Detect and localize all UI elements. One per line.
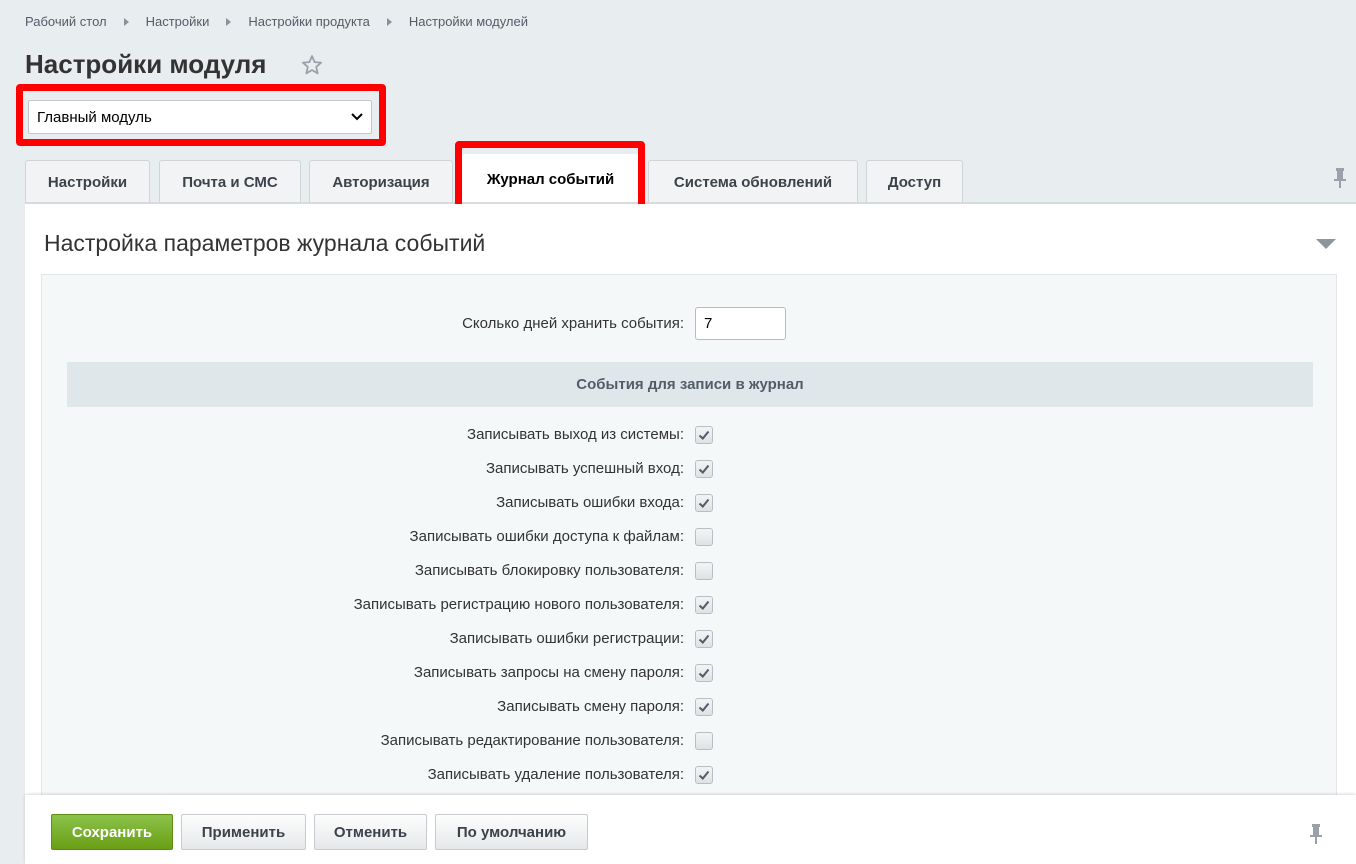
checkbox-row: Записывать выход из системы: — [42, 418, 1336, 452]
checkbox-row: Записывать регистрацию нового пользовате… — [42, 588, 1336, 622]
checkbox-row: Записывать смену пароля: — [42, 690, 1336, 724]
checkbox-label: Записывать смену пароля: — [497, 698, 684, 715]
tab-authorization[interactable]: Авторизация — [309, 160, 453, 203]
event-checkbox[interactable] — [695, 630, 713, 648]
event-checkbox[interactable] — [695, 698, 713, 716]
event-checkbox[interactable] — [695, 732, 713, 750]
chevron-right-icon — [123, 17, 129, 26]
checkbox-row: Записывать редактирование пользователя: — [42, 724, 1336, 758]
checkbox-label: Записывать успешный вход: — [485, 460, 684, 477]
settings-panel: Настройка параметров журнала событий Ско… — [25, 204, 1356, 805]
checkbox-label: Записывать удаление пользователя: — [427, 766, 684, 783]
tab-label: Журнал событий — [486, 170, 615, 188]
checkbox-label: Записывать ошибки регистрации: — [449, 630, 684, 647]
pin-icon[interactable] — [1332, 166, 1348, 190]
checkmark-icon — [698, 702, 710, 712]
tab-label: Система обновлений — [673, 173, 833, 191]
checkmark-icon — [698, 770, 710, 780]
footer-toolbar: Сохранить Применить Отменить По умолчани… — [25, 795, 1356, 864]
checkmark-icon — [698, 600, 710, 610]
days-row: Сколько дней хранить события: — [42, 307, 1336, 341]
checkmark-icon — [698, 430, 710, 440]
event-checkbox[interactable] — [695, 596, 713, 614]
checkbox-row: Записывать ошибки входа: — [42, 486, 1336, 520]
tab-update-system[interactable]: Система обновлений — [648, 160, 858, 203]
checkmark-icon — [698, 464, 710, 474]
tab-label: Почта и СМС — [182, 173, 278, 191]
collapse-arrow-icon[interactable] — [1316, 239, 1336, 249]
checkmark-icon — [698, 668, 710, 678]
cancel-button[interactable]: Отменить — [314, 814, 427, 850]
star-icon[interactable] — [300, 53, 324, 77]
checkbox-row: Записывать блокировку пользователя: — [42, 554, 1336, 588]
tab-label: Авторизация — [332, 173, 430, 191]
days-input[interactable] — [695, 307, 786, 340]
breadcrumb: Рабочий стол Настройки Настройки продукт… — [25, 14, 528, 29]
event-checkbox[interactable] — [695, 766, 713, 784]
event-checkbox[interactable] — [695, 664, 713, 682]
chevron-right-icon — [386, 17, 392, 26]
checkbox-label: Записывать регистрацию нового пользовате… — [353, 596, 684, 613]
event-checkbox[interactable] — [695, 460, 713, 478]
tab-event-log[interactable]: Журнал событий — [462, 154, 639, 203]
save-button[interactable]: Сохранить — [51, 814, 173, 850]
breadcrumb-item-module-settings[interactable]: Настройки модулей — [409, 14, 528, 29]
checkbox-label: Записывать редактирование пользователя: — [380, 732, 684, 749]
checkbox-row: Записывать ошибки регистрации: — [42, 622, 1336, 656]
checkbox-row: Записывать ошибки доступа к файлам: — [42, 520, 1336, 554]
checkbox-label: Записывать запросы на смену пароля: — [413, 664, 684, 681]
settings-form: Сколько дней хранить события: События дл… — [41, 275, 1337, 805]
checkmark-icon — [698, 498, 710, 508]
event-checkbox[interactable] — [695, 494, 713, 512]
checkmark-icon — [698, 634, 710, 644]
checkbox-label: Записывать выход из системы: — [467, 426, 684, 443]
page-title: Настройки модуля — [25, 49, 267, 79]
breadcrumb-item-settings[interactable]: Настройки — [146, 14, 210, 29]
chevron-down-icon — [351, 113, 363, 121]
checkbox-label: Записывать ошибки входа: — [496, 494, 684, 511]
module-select-value: Главный модуль — [37, 108, 152, 126]
panel-title: Настройка параметров журнала событий — [44, 230, 486, 256]
breadcrumb-item-desktop[interactable]: Рабочий стол — [25, 14, 107, 29]
chevron-right-icon — [226, 17, 232, 26]
event-checkbox[interactable] — [695, 528, 713, 546]
checkbox-row: Записывать успешный вход: — [42, 452, 1336, 486]
checkbox-label: Записывать ошибки доступа к файлам: — [409, 528, 684, 545]
event-checkbox[interactable] — [695, 426, 713, 444]
checkbox-row: Записывать запросы на смену пароля: — [42, 656, 1336, 690]
checkbox-row: Записывать удаление пользователя: — [42, 758, 1336, 792]
tab-access[interactable]: Доступ — [866, 160, 963, 203]
apply-button[interactable]: Применить — [181, 814, 306, 850]
section-header: События для записи в журнал — [67, 362, 1313, 407]
tab-settings[interactable]: Настройки — [25, 160, 150, 203]
default-button[interactable]: По умолчанию — [435, 814, 588, 850]
module-select[interactable]: Главный модуль — [28, 100, 372, 134]
tab-mail-sms[interactable]: Почта и СМС — [159, 160, 301, 203]
tab-label: Доступ — [887, 173, 942, 191]
days-label: Сколько дней хранить события: — [462, 315, 684, 332]
checkbox-label: Записывать блокировку пользователя: — [414, 562, 684, 579]
pin-icon[interactable] — [1308, 822, 1324, 846]
breadcrumb-item-product-settings[interactable]: Настройки продукта — [248, 14, 370, 29]
tab-label: Настройки — [47, 173, 128, 191]
event-checkbox[interactable] — [695, 562, 713, 580]
